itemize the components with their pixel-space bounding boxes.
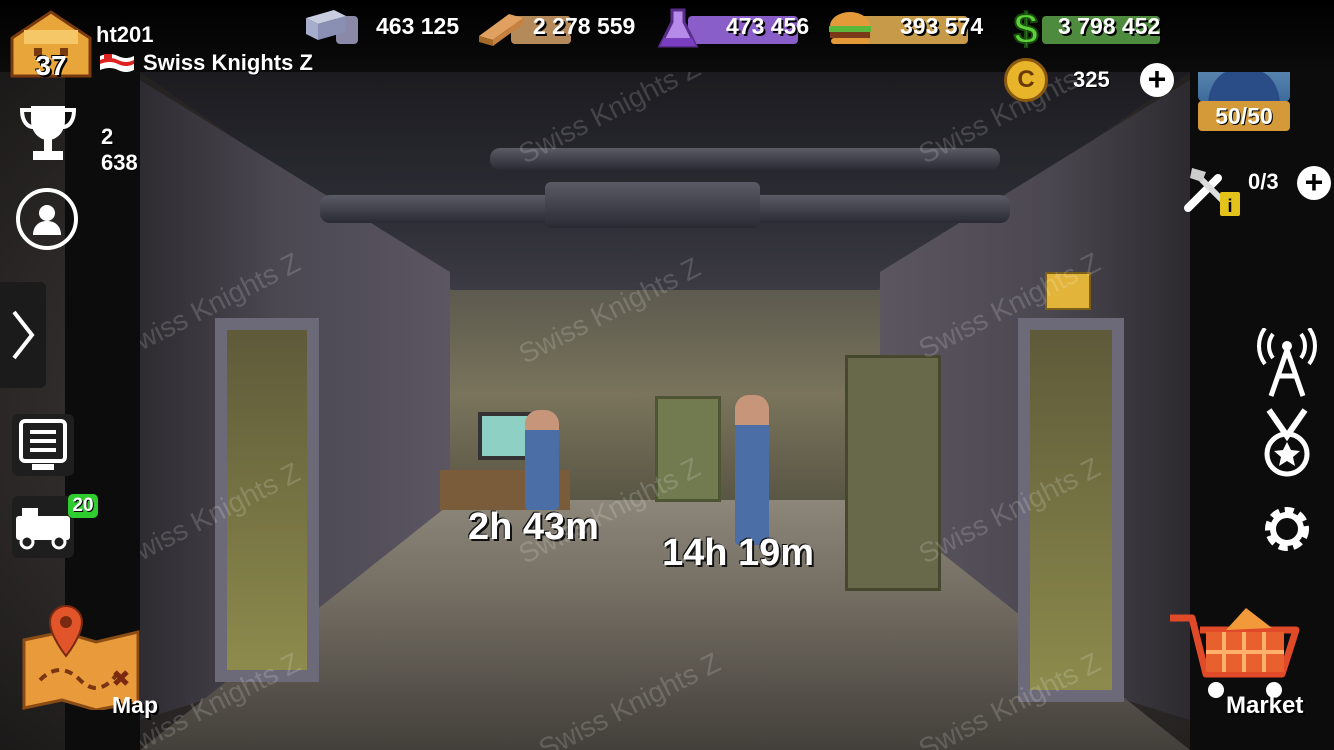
trophy-icon[interactable] <box>18 100 78 166</box>
coin-icon: C <box>1004 58 1048 102</box>
garage-badge: 20 <box>68 494 98 518</box>
tools-icon: i <box>1184 168 1240 216</box>
news-button[interactable] <box>12 414 74 476</box>
food-value: 393 574 <box>900 12 984 39</box>
market-label: Market <box>1226 692 1304 719</box>
chemicals-resource[interactable]: 473 456 <box>654 6 820 48</box>
food-resource[interactable]: 393 574 <box>826 6 996 46</box>
radio-tower-icon <box>1257 328 1317 397</box>
base-room-scene: 2h 43m 14h 19m Swiss Knights Z Swiss Kni… <box>0 0 1334 750</box>
left-sidebar: 2 638 20 Map <box>0 0 158 750</box>
steel-value: 463 125 <box>376 12 460 39</box>
wood-plank-icon <box>477 6 525 50</box>
cash-resource[interactable]: $ 3 798 452 <box>1008 6 1170 50</box>
coins-value: 325 <box>1073 67 1110 92</box>
burger-icon <box>826 6 874 50</box>
radio-button[interactable] <box>1254 328 1320 397</box>
medal-icon <box>1264 408 1310 477</box>
wood-resource[interactable]: 2 278 559 <box>477 6 645 46</box>
worker-standing[interactable] <box>735 395 769 545</box>
player-level-badge[interactable]: 37 <box>8 8 94 81</box>
alliance-name[interactable]: Swiss Knights Z <box>143 50 313 76</box>
chevron-right-icon <box>12 310 35 360</box>
player-name: ht201 <box>96 22 154 47</box>
energy-bar: 50/50 <box>1198 101 1290 131</box>
flask-icon <box>654 6 702 50</box>
wood-value: 2 278 559 <box>533 12 636 39</box>
profile-target-icon[interactable] <box>16 188 78 250</box>
ceiling-duct <box>545 182 760 228</box>
terminal-icon <box>19 419 67 470</box>
builders-count: 0/3 <box>1248 169 1279 194</box>
dollar-icon: $ <box>1008 6 1044 50</box>
svg-text:i: i <box>1227 196 1232 216</box>
worker-seated[interactable] <box>525 410 559 510</box>
steel-beam-icon <box>302 6 350 50</box>
svg-text:$: $ <box>1014 6 1038 50</box>
trophy-count: 2 638 <box>101 124 138 175</box>
settings-button[interactable] <box>1254 496 1320 562</box>
truck-icon <box>16 508 70 550</box>
timer-label[interactable]: 14h 19m <box>662 532 814 575</box>
shopping-cart-icon <box>1170 608 1300 698</box>
expand-panel-button[interactable] <box>0 282 46 388</box>
chemicals-value: 473 456 <box>726 12 810 39</box>
add-coins-button[interactable]: + <box>1140 63 1174 97</box>
alliance-flag-icon <box>98 52 136 74</box>
cash-value: 3 798 452 <box>1058 12 1161 39</box>
garage-button[interactable] <box>12 496 74 558</box>
achievements-button[interactable] <box>1254 408 1320 477</box>
market-button[interactable]: Market <box>1166 604 1316 724</box>
map-button[interactable]: Map <box>20 600 158 725</box>
builders-button[interactable]: i <box>1180 158 1242 220</box>
map-label: Map <box>112 692 158 718</box>
gear-icon <box>1265 507 1309 551</box>
steel-resource[interactable]: 463 125 <box>302 6 470 46</box>
add-builder-button[interactable]: + <box>1297 166 1331 200</box>
player-level: 37 <box>35 50 67 81</box>
